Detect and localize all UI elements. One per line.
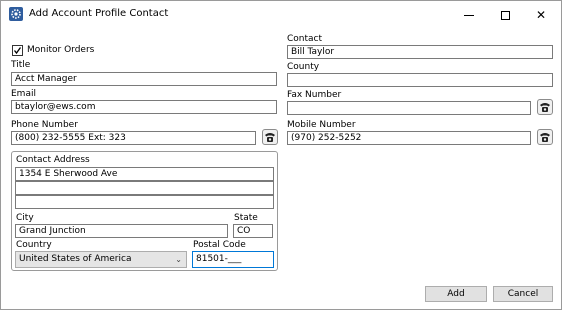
fax-dial-button[interactable]	[537, 99, 553, 115]
chevron-down-icon: ⌄	[175, 255, 182, 264]
close-icon: ✕	[535, 8, 547, 22]
email-input[interactable]: btaylor@ews.com	[11, 100, 277, 114]
country-label: Country	[16, 240, 52, 250]
app-gear-icon	[9, 7, 23, 21]
address-line-2-input[interactable]	[15, 181, 274, 195]
phone-dial-button[interactable]	[262, 129, 278, 145]
title-label: Title	[11, 60, 31, 70]
address-line-3-input[interactable]	[15, 195, 274, 209]
email-label: Email	[11, 89, 36, 99]
maximize-icon	[500, 10, 510, 20]
mobile-input[interactable]: (970) 252-5252	[287, 131, 531, 145]
mobile-dial-button[interactable]	[537, 129, 553, 145]
city-input[interactable]: Grand Junction	[15, 224, 228, 238]
checkmark-icon	[13, 47, 22, 55]
phone-input[interactable]: (800) 232-5555 Ext: 323	[11, 131, 256, 145]
add-button[interactable]: Add	[425, 286, 487, 302]
state-input[interactable]: CO	[233, 224, 273, 238]
maximize-button[interactable]	[488, 1, 522, 29]
telephone-icon	[540, 133, 550, 142]
county-label: County	[287, 62, 320, 72]
county-input[interactable]	[287, 73, 553, 87]
phone-label: Phone Number	[11, 120, 78, 130]
country-dropdown[interactable]: United States of America ⌄	[15, 251, 187, 268]
contact-input[interactable]: Bill Taylor	[287, 45, 553, 59]
contact-address-label: Contact Address	[16, 155, 90, 165]
close-button[interactable]: ✕	[524, 1, 558, 29]
postal-code-input[interactable]: 81501-___	[192, 251, 274, 268]
title-input[interactable]: Acct Manager	[11, 72, 277, 86]
cancel-button[interactable]: Cancel	[493, 286, 553, 302]
monitor-orders-checkbox[interactable]	[12, 45, 23, 56]
monitor-orders-label: Monitor Orders	[27, 45, 95, 55]
contact-address-group: Contact Address 1354 E Sherwood Ave City…	[11, 151, 278, 271]
address-line-1-input[interactable]: 1354 E Sherwood Ave	[15, 167, 274, 181]
fax-label: Fax Number	[287, 90, 342, 100]
minimize-button[interactable]	[452, 1, 486, 29]
country-selected: United States of America	[19, 254, 132, 264]
contact-label: Contact	[287, 34, 323, 44]
title-bar[interactable]: Add Account Profile Contact ✕	[1, 1, 561, 29]
mobile-label: Mobile Number	[287, 120, 356, 130]
dialog-window: Add Account Profile Contact ✕ Monitor Or…	[0, 0, 562, 310]
fax-input[interactable]	[287, 101, 531, 115]
window-title: Add Account Profile Contact	[29, 8, 169, 19]
minimize-icon	[464, 14, 474, 16]
postal-code-label: Postal Code	[193, 240, 246, 250]
telephone-icon	[540, 103, 550, 112]
city-label: City	[16, 213, 34, 223]
state-label: State	[234, 213, 258, 223]
telephone-icon	[265, 133, 275, 142]
